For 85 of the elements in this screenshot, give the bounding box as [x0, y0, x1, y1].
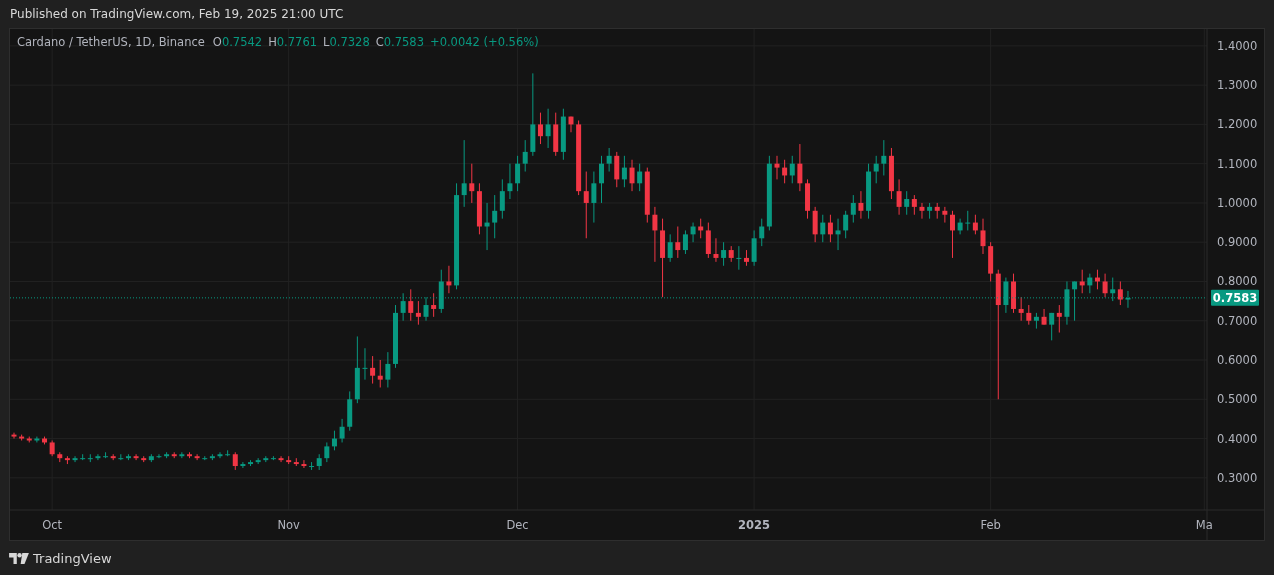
- candlestick: [217, 451, 223, 459]
- candlestick: [194, 453, 200, 461]
- candlestick: [240, 461, 246, 469]
- candlestick: [980, 218, 986, 255]
- date-label: Feb: [980, 518, 1001, 532]
- date-label: Oct: [42, 518, 63, 532]
- candlestick: [507, 163, 513, 200]
- ohlc-label: L: [323, 35, 330, 49]
- candlestick: [652, 206, 658, 263]
- candlestick: [812, 206, 818, 243]
- candlestick: [591, 171, 597, 224]
- candlestick: [72, 455, 78, 463]
- price-label: 1.1000: [1217, 156, 1258, 171]
- candlestick: [858, 190, 864, 220]
- ohlc-value: 0.7583: [383, 35, 424, 49]
- price-label: 0.6000: [1217, 353, 1258, 367]
- ohlc-label: C: [375, 35, 384, 49]
- candlestick: [11, 432, 17, 440]
- price-label: 1.4000: [1217, 38, 1258, 53]
- candlestick: [446, 265, 452, 294]
- candlestick: [133, 453, 139, 461]
- candlestick: [95, 453, 101, 461]
- candlestick: [156, 453, 162, 459]
- candlestick: [1102, 273, 1108, 298]
- candlestick: [805, 178, 810, 220]
- price-change: +0.0042 (+0.56%): [430, 35, 539, 49]
- ohlc-label: O: [212, 35, 222, 49]
- candlestick: [545, 108, 551, 149]
- last-price-badge: 0.7583: [1211, 289, 1259, 306]
- candlestick: [835, 218, 841, 251]
- candlestick: [400, 292, 406, 322]
- candlestick: [690, 222, 696, 243]
- candlestick: [423, 296, 429, 322]
- price-label: 1.0000: [1217, 195, 1258, 210]
- candlestick: [1041, 308, 1047, 326]
- candlestick: [1003, 277, 1009, 314]
- date-label: 2025: [738, 518, 771, 532]
- price-label: 0.8000: [1217, 274, 1258, 289]
- candlestick: [1064, 281, 1070, 326]
- candlestick: [484, 202, 490, 251]
- candlestick: [187, 451, 192, 459]
- published-caption: Published on TradingView.com, Feb 19, 2025 21:00 UTC: [10, 7, 344, 21]
- candlestick: [942, 206, 948, 224]
- date-label: Dec: [506, 518, 529, 532]
- candlestick: [339, 418, 345, 443]
- price-label: 1.2000: [1217, 117, 1258, 132]
- candlestick: [34, 436, 40, 443]
- candlestick: [919, 202, 925, 220]
- price-label: 0.3000: [1217, 470, 1258, 485]
- price-label: 1.3000: [1217, 78, 1258, 93]
- ohlc-value: 0.7761: [276, 35, 318, 49]
- candlestick: [744, 249, 749, 267]
- candlestick: [599, 155, 604, 204]
- date-label: Ma: [1195, 518, 1213, 532]
- candlestick: [42, 436, 47, 445]
- candlestick: [385, 351, 391, 388]
- ohlc-value: 0.7542: [221, 35, 263, 49]
- price-label: 0.4000: [1217, 431, 1258, 446]
- candlestick: [736, 245, 742, 271]
- logo-icon: [9, 552, 29, 564]
- candlestick: [1125, 290, 1131, 309]
- candlestick: [774, 155, 780, 180]
- ohlc-label: H: [268, 35, 277, 49]
- candlestick: [950, 210, 955, 259]
- price-label: 0.7000: [1217, 313, 1258, 328]
- candlestick: [797, 143, 803, 192]
- candlestick: [896, 178, 902, 216]
- price-label: 0.9000: [1217, 235, 1258, 250]
- symbol-title: Cardano / TetherUS, 1D, Binance: [17, 35, 205, 49]
- candlestick: [301, 459, 307, 469]
- candlestick: [751, 229, 757, 267]
- brand-name: TradingView: [33, 550, 112, 566]
- candlestick: [606, 147, 612, 173]
- candlestick: [957, 218, 963, 235]
- candlestick: [393, 304, 398, 369]
- ohlc-value: 0.7328: [329, 35, 370, 49]
- candlestick: [362, 347, 368, 381]
- candlestick: [629, 159, 635, 192]
- candlestick: [49, 440, 55, 457]
- candlestick: [713, 237, 719, 263]
- candlestick: [278, 455, 284, 463]
- candlestick: [179, 451, 185, 459]
- date-label: Nov: [277, 518, 300, 532]
- price-label: 0.5000: [1217, 392, 1258, 407]
- candlestick: [568, 116, 574, 133]
